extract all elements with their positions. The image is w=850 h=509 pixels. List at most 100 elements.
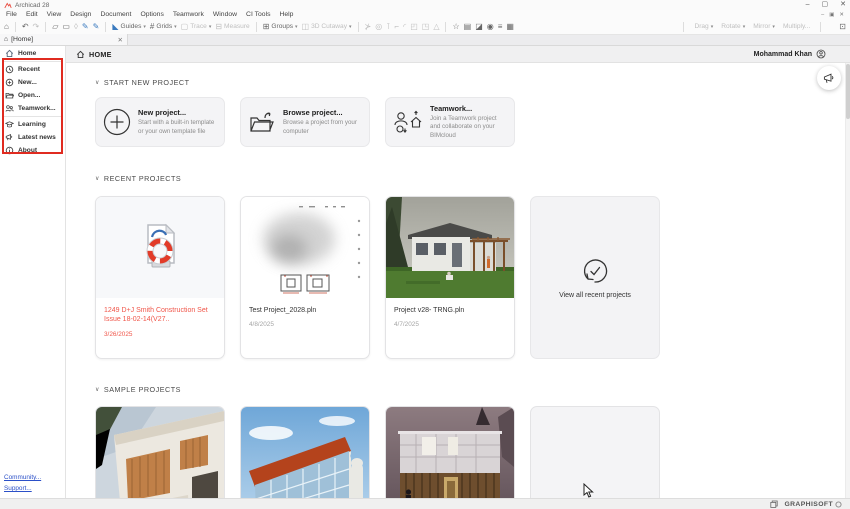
layers-button[interactable]: ≡	[498, 23, 503, 31]
tab-label: [Home]	[11, 36, 33, 43]
stretch-icon: ◰	[410, 23, 418, 31]
library-button[interactable]: ▤	[464, 23, 472, 31]
info-icon	[5, 146, 14, 155]
maximize-button[interactable]: ▢	[822, 2, 829, 8]
trace-dropdown[interactable]: ▢Trace▾	[181, 23, 212, 31]
rotate-dropdown[interactable]: Rotate▾	[721, 23, 745, 30]
measure-button[interactable]: ⊟Measure	[215, 23, 249, 31]
sample-project-card[interactable]	[240, 406, 370, 498]
chevron-down-icon: ∨	[95, 386, 100, 393]
image-button[interactable]: ◪	[475, 23, 483, 31]
menu-options[interactable]: Options	[140, 11, 163, 18]
sidebar-item-recent[interactable]: Recent	[0, 63, 65, 76]
grids-dropdown[interactable]: #Grids▾	[150, 23, 177, 31]
marquee2-button[interactable]: ▭	[62, 23, 70, 31]
elevate-button[interactable]: △	[433, 23, 439, 31]
sidebar-item-open[interactable]: Open...	[0, 89, 65, 102]
graphisoft-brand[interactable]: GRAPHISOFT	[784, 501, 842, 508]
home-icon	[5, 49, 14, 58]
tab-home[interactable]: ⌂ [Home] ✕	[0, 34, 128, 45]
schedule-button[interactable]: ▦	[506, 23, 514, 31]
folder-open-icon	[5, 91, 14, 100]
mdi-restore-button[interactable]: ▣	[829, 12, 834, 18]
cutaway-dropdown[interactable]: ◫3D Cutaway▾	[302, 23, 352, 31]
marquee-button[interactable]: ▱	[52, 23, 58, 31]
plus-circle-icon	[5, 78, 14, 87]
restore-window-icon[interactable]	[770, 500, 778, 508]
menu-help[interactable]: Help	[279, 11, 293, 18]
menu-file[interactable]: File	[6, 11, 17, 18]
mdi-close-button[interactable]: ✕	[839, 12, 844, 18]
redo-button[interactable]: ↷	[33, 23, 40, 31]
box-stretch-button[interactable]: ◳	[422, 23, 430, 31]
floor-plan-thumbnail	[241, 197, 369, 298]
sidebar-item-about[interactable]: About	[0, 144, 65, 157]
favorites-button[interactable]: ☆	[452, 23, 459, 31]
groups-icon: ⊞	[263, 23, 270, 31]
menu-teamwork[interactable]: Teamwork	[173, 11, 204, 18]
user-account[interactable]: Mohammad Khan	[754, 49, 826, 59]
menu-window[interactable]: Window	[213, 11, 237, 18]
mirror-dropdown[interactable]: Mirror▾	[753, 23, 775, 30]
home-screen: HOME Mohammad Khan ∨ START NEW PROJECT N	[66, 46, 850, 498]
vertical-scrollbar[interactable]	[845, 63, 850, 498]
zoom-tool-button[interactable]: ◎	[375, 23, 382, 31]
announcements-button[interactable]	[817, 66, 841, 90]
inject-parameters-button[interactable]: ✎	[93, 23, 100, 31]
camera-button[interactable]: ◉	[487, 23, 494, 31]
close-button[interactable]: ✕	[840, 2, 846, 8]
sample-project-card[interactable]	[530, 406, 660, 498]
adjust-button[interactable]: ⊺	[386, 23, 390, 31]
sample-project-card[interactable]	[385, 406, 515, 498]
view-all-recent-projects-card[interactable]: View all recent projects	[530, 196, 660, 359]
scrollbar-thumb[interactable]	[846, 64, 850, 119]
sidebar-item-latest-news[interactable]: Latest news	[0, 131, 65, 144]
corner-button[interactable]: ⌐	[394, 23, 399, 31]
sidebar-item-home[interactable]: Home	[0, 47, 65, 60]
groups-dropdown[interactable]: ⊞Groups▾	[263, 23, 298, 31]
support-link[interactable]: Support...	[4, 485, 41, 492]
browse-project-card[interactable]: Browse project... Browse a project from …	[240, 97, 370, 147]
menu-ci-tools[interactable]: CI Tools	[246, 11, 270, 18]
section-start-new-project[interactable]: ∨ START NEW PROJECT	[95, 78, 850, 87]
tab-close-icon[interactable]: ✕	[118, 36, 123, 44]
menu-document[interactable]: Document	[100, 11, 131, 18]
sidebar-divider	[3, 116, 62, 117]
teamwork-card[interactable]: Teamwork... Join a Teamwork project and …	[385, 97, 515, 147]
sample-project-card[interactable]	[95, 406, 225, 498]
new-project-card[interactable]: New project... Start with a built-in tem…	[95, 97, 225, 147]
recent-project-card[interactable]: Test Project_2028.pln 4/8/2025	[240, 196, 370, 359]
recent-project-card[interactable]: 1249 D+J Smith Construction Set Issue 18…	[95, 196, 225, 359]
guides-dropdown[interactable]: ◣Guides▾	[112, 23, 146, 31]
cutaway-icon: ◫	[302, 23, 310, 31]
mdi-minimize-button[interactable]: –	[821, 12, 824, 18]
chevron-down-icon: ∨	[95, 79, 100, 86]
eraser-button[interactable]: ◊	[74, 23, 78, 31]
image-icon: ◪	[475, 23, 483, 31]
stretch-button[interactable]: ◰	[410, 23, 418, 31]
section-sample-projects[interactable]: ∨ SAMPLE PROJECTS	[95, 385, 850, 394]
sidebar-item-teamwork[interactable]: Teamwork...	[0, 102, 65, 115]
table-icon: ▦	[506, 23, 514, 31]
pick-up-parameters-button[interactable]: ✎	[82, 23, 89, 31]
chevron-down-icon: ▾	[772, 24, 775, 30]
home-button[interactable]: ⌂	[4, 23, 9, 31]
community-link[interactable]: Community...	[4, 474, 41, 481]
tab-bar: ⌂ [Home] ✕	[0, 35, 850, 46]
recent-project-card[interactable]: Project v28- TRNG.pln 4/7/2025	[385, 196, 515, 359]
minimize-button[interactable]: –	[806, 2, 810, 8]
multiply-button[interactable]: Multiply...	[783, 23, 810, 30]
menu-edit[interactable]: Edit	[26, 11, 38, 18]
menu-view[interactable]: View	[47, 11, 62, 18]
sidebar-item-learning[interactable]: Learning	[0, 118, 65, 131]
panel-toggle-button[interactable]: ⊡	[839, 23, 846, 31]
fillet-button[interactable]: ◜	[403, 23, 406, 31]
split-button[interactable]: ⊁	[365, 23, 372, 31]
sidebar-item-new[interactable]: New...	[0, 76, 65, 89]
menu-design[interactable]: Design	[70, 11, 91, 18]
section-recent-projects[interactable]: ∨ RECENT PROJECTS	[95, 174, 850, 183]
chevron-down-icon: ▾	[349, 24, 352, 30]
home-sidebar: Home Recent New... Open... Teamwork... L…	[0, 46, 66, 498]
undo-button[interactable]: ↶	[22, 23, 29, 31]
drag-dropdown[interactable]: Drag▾	[694, 23, 713, 30]
